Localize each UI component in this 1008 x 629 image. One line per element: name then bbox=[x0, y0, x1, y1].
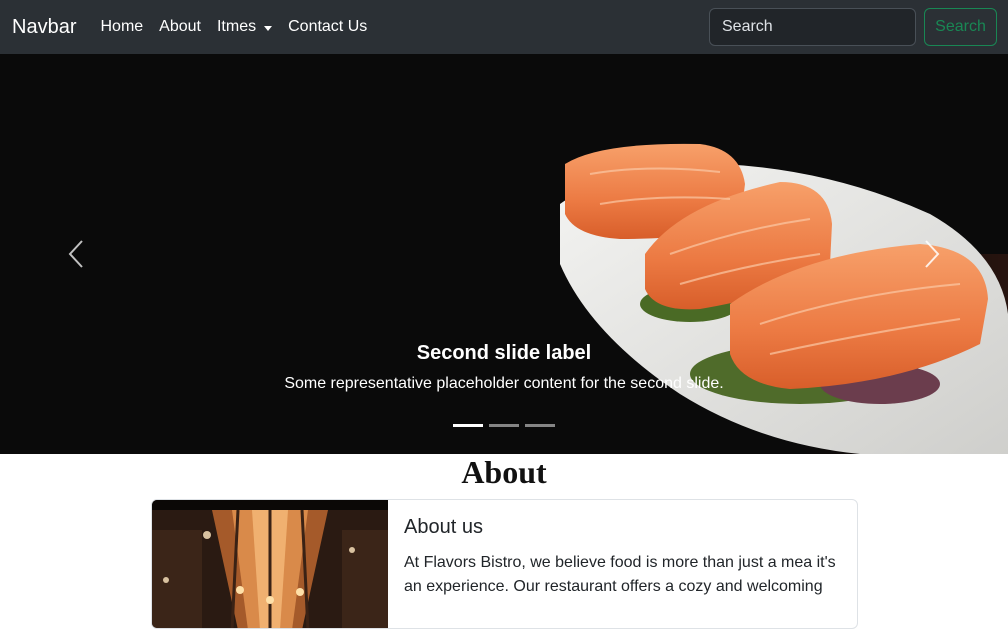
chevron-left-icon bbox=[68, 240, 83, 268]
about-card-body: About us At Flavors Bistro, we believe f… bbox=[404, 516, 844, 599]
about-heading: About bbox=[461, 454, 547, 490]
slide-title: Second slide label bbox=[416, 342, 592, 364]
nav-link-about[interactable]: About bbox=[159, 18, 201, 36]
about-card-title: About us bbox=[404, 516, 483, 538]
carousel-caption: Second slide label Some representative p… bbox=[0, 342, 1008, 393]
nav-dropdown-items[interactable]: Itmes bbox=[216, 18, 273, 36]
chevron-right-icon bbox=[925, 240, 940, 268]
carousel-next-button[interactable] bbox=[912, 234, 952, 274]
nav-dropdown-label: Itmes bbox=[216, 18, 257, 35]
carousel-indicator-3[interactable] bbox=[525, 424, 555, 427]
search-form: Search bbox=[709, 8, 997, 46]
search-input[interactable] bbox=[709, 8, 916, 46]
search-button[interactable]: Search bbox=[924, 8, 997, 46]
carousel-indicators bbox=[0, 424, 1008, 427]
caret-down-icon bbox=[264, 25, 273, 31]
navbar-brand[interactable]: Navbar bbox=[12, 16, 76, 39]
nav-link-home[interactable]: Home bbox=[100, 18, 143, 36]
nav-link-contact[interactable]: Contact Us bbox=[288, 18, 367, 36]
carousel-indicator-2[interactable] bbox=[489, 424, 519, 427]
about-card-text: At Flavors Bistro, we believe food is mo… bbox=[404, 554, 836, 595]
navbar: Navbar Home About Itmes Contact Us Searc… bbox=[0, 0, 1008, 54]
carousel-indicator-1[interactable] bbox=[453, 424, 483, 427]
restaurant-interior-image bbox=[152, 500, 388, 628]
nav-links: Home About Itmes Contact Us bbox=[100, 18, 383, 36]
carousel-prev-button[interactable] bbox=[56, 234, 96, 274]
salmon-dish-image bbox=[0, 54, 1008, 454]
carousel: Second slide label Some representative p… bbox=[0, 54, 1008, 454]
slide-text: Some representative placeholder content … bbox=[284, 375, 724, 392]
about-card: About us At Flavors Bistro, we believe f… bbox=[151, 499, 858, 629]
